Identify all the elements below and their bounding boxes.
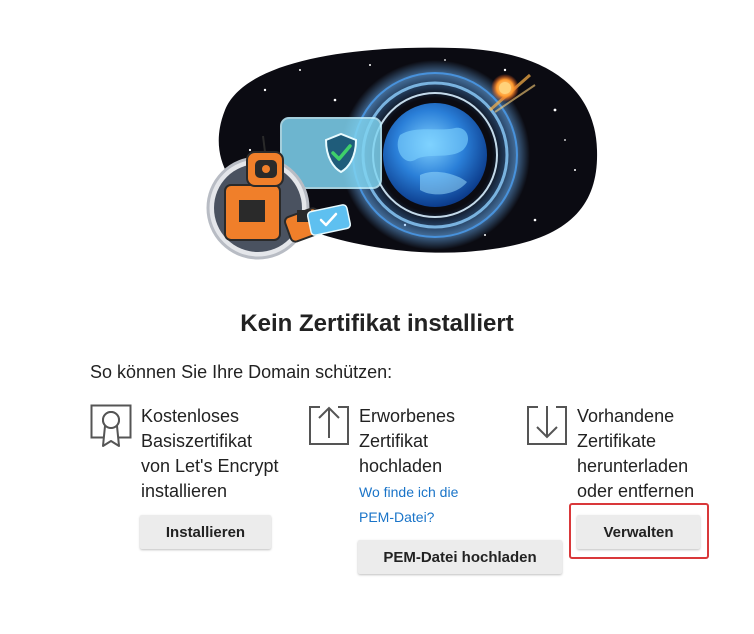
highlight-frame	[569, 503, 709, 559]
option-manage-text: Vorhandene Zertifikate herunterladen ode…	[577, 406, 695, 501]
option-upload-text: Erworbenes Zertifikat hochladen	[359, 406, 456, 476]
upload-pem-button[interactable]: PEM-Datei hochladen	[358, 540, 562, 574]
upload-arrow-icon	[309, 406, 349, 445]
pem-help-link[interactable]: Wo finde ich die PEM-Datei?	[359, 480, 519, 530]
download-arrow-icon	[527, 406, 567, 445]
intro-text: So können Sie Ihre Domain schützen:	[90, 362, 393, 382]
install-button[interactable]: Installieren	[140, 515, 271, 549]
hero-illustration	[206, 47, 598, 260]
certificate-badge-icon	[90, 404, 132, 447]
option-letsencrypt-text: Kostenloses Basiszertifikat von Let's En…	[141, 406, 279, 501]
page-title: Kein Zertifikat installiert	[240, 310, 514, 337]
